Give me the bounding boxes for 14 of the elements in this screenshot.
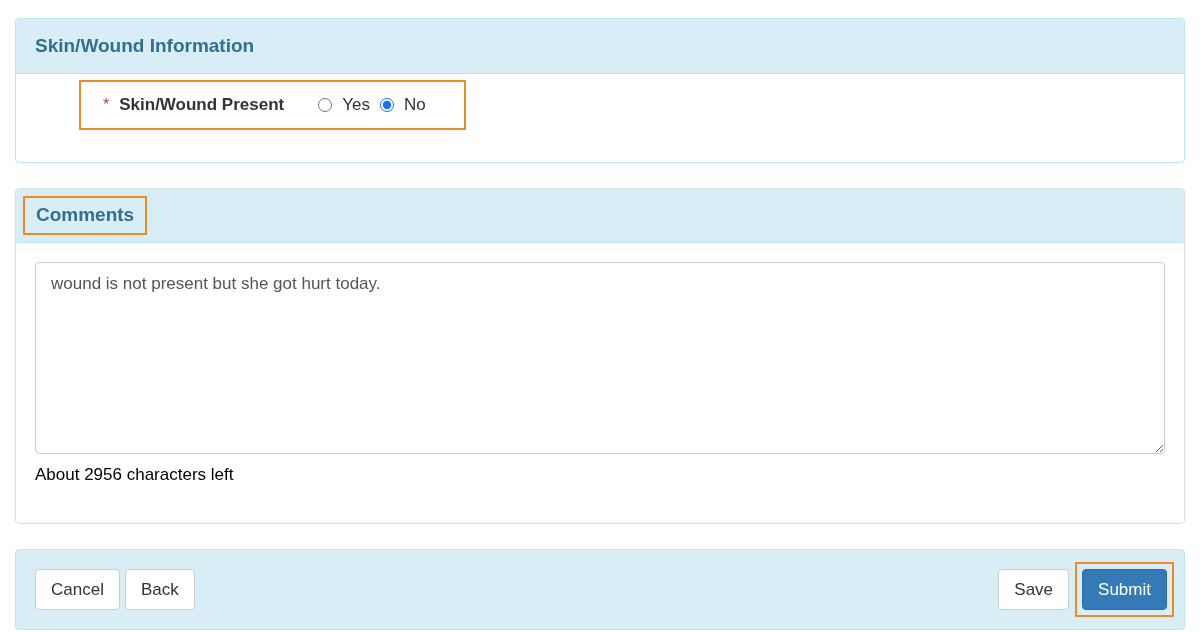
submit-button[interactable]: Submit [1082, 569, 1167, 610]
panel-title: Comments [36, 203, 135, 228]
required-mark: * [103, 95, 110, 115]
radio-button[interactable] [379, 98, 394, 112]
form-button[interactable]: Cancel [35, 569, 120, 610]
form-button[interactable]: Save [998, 569, 1070, 610]
comments-field[interactable]: wound is not present but she got hurt today. [35, 262, 1165, 454]
character-counter: About 2956 characters left [35, 464, 235, 486]
radio-button[interactable] [318, 98, 333, 112]
panel-title: Skin/Wound Information [35, 33, 255, 58]
field-label: Skin/Wound Present [119, 94, 285, 117]
radio-label[interactable]: No [403, 92, 426, 118]
form-button[interactable]: Back [124, 569, 195, 610]
radio-label[interactable]: Yes [342, 92, 370, 118]
